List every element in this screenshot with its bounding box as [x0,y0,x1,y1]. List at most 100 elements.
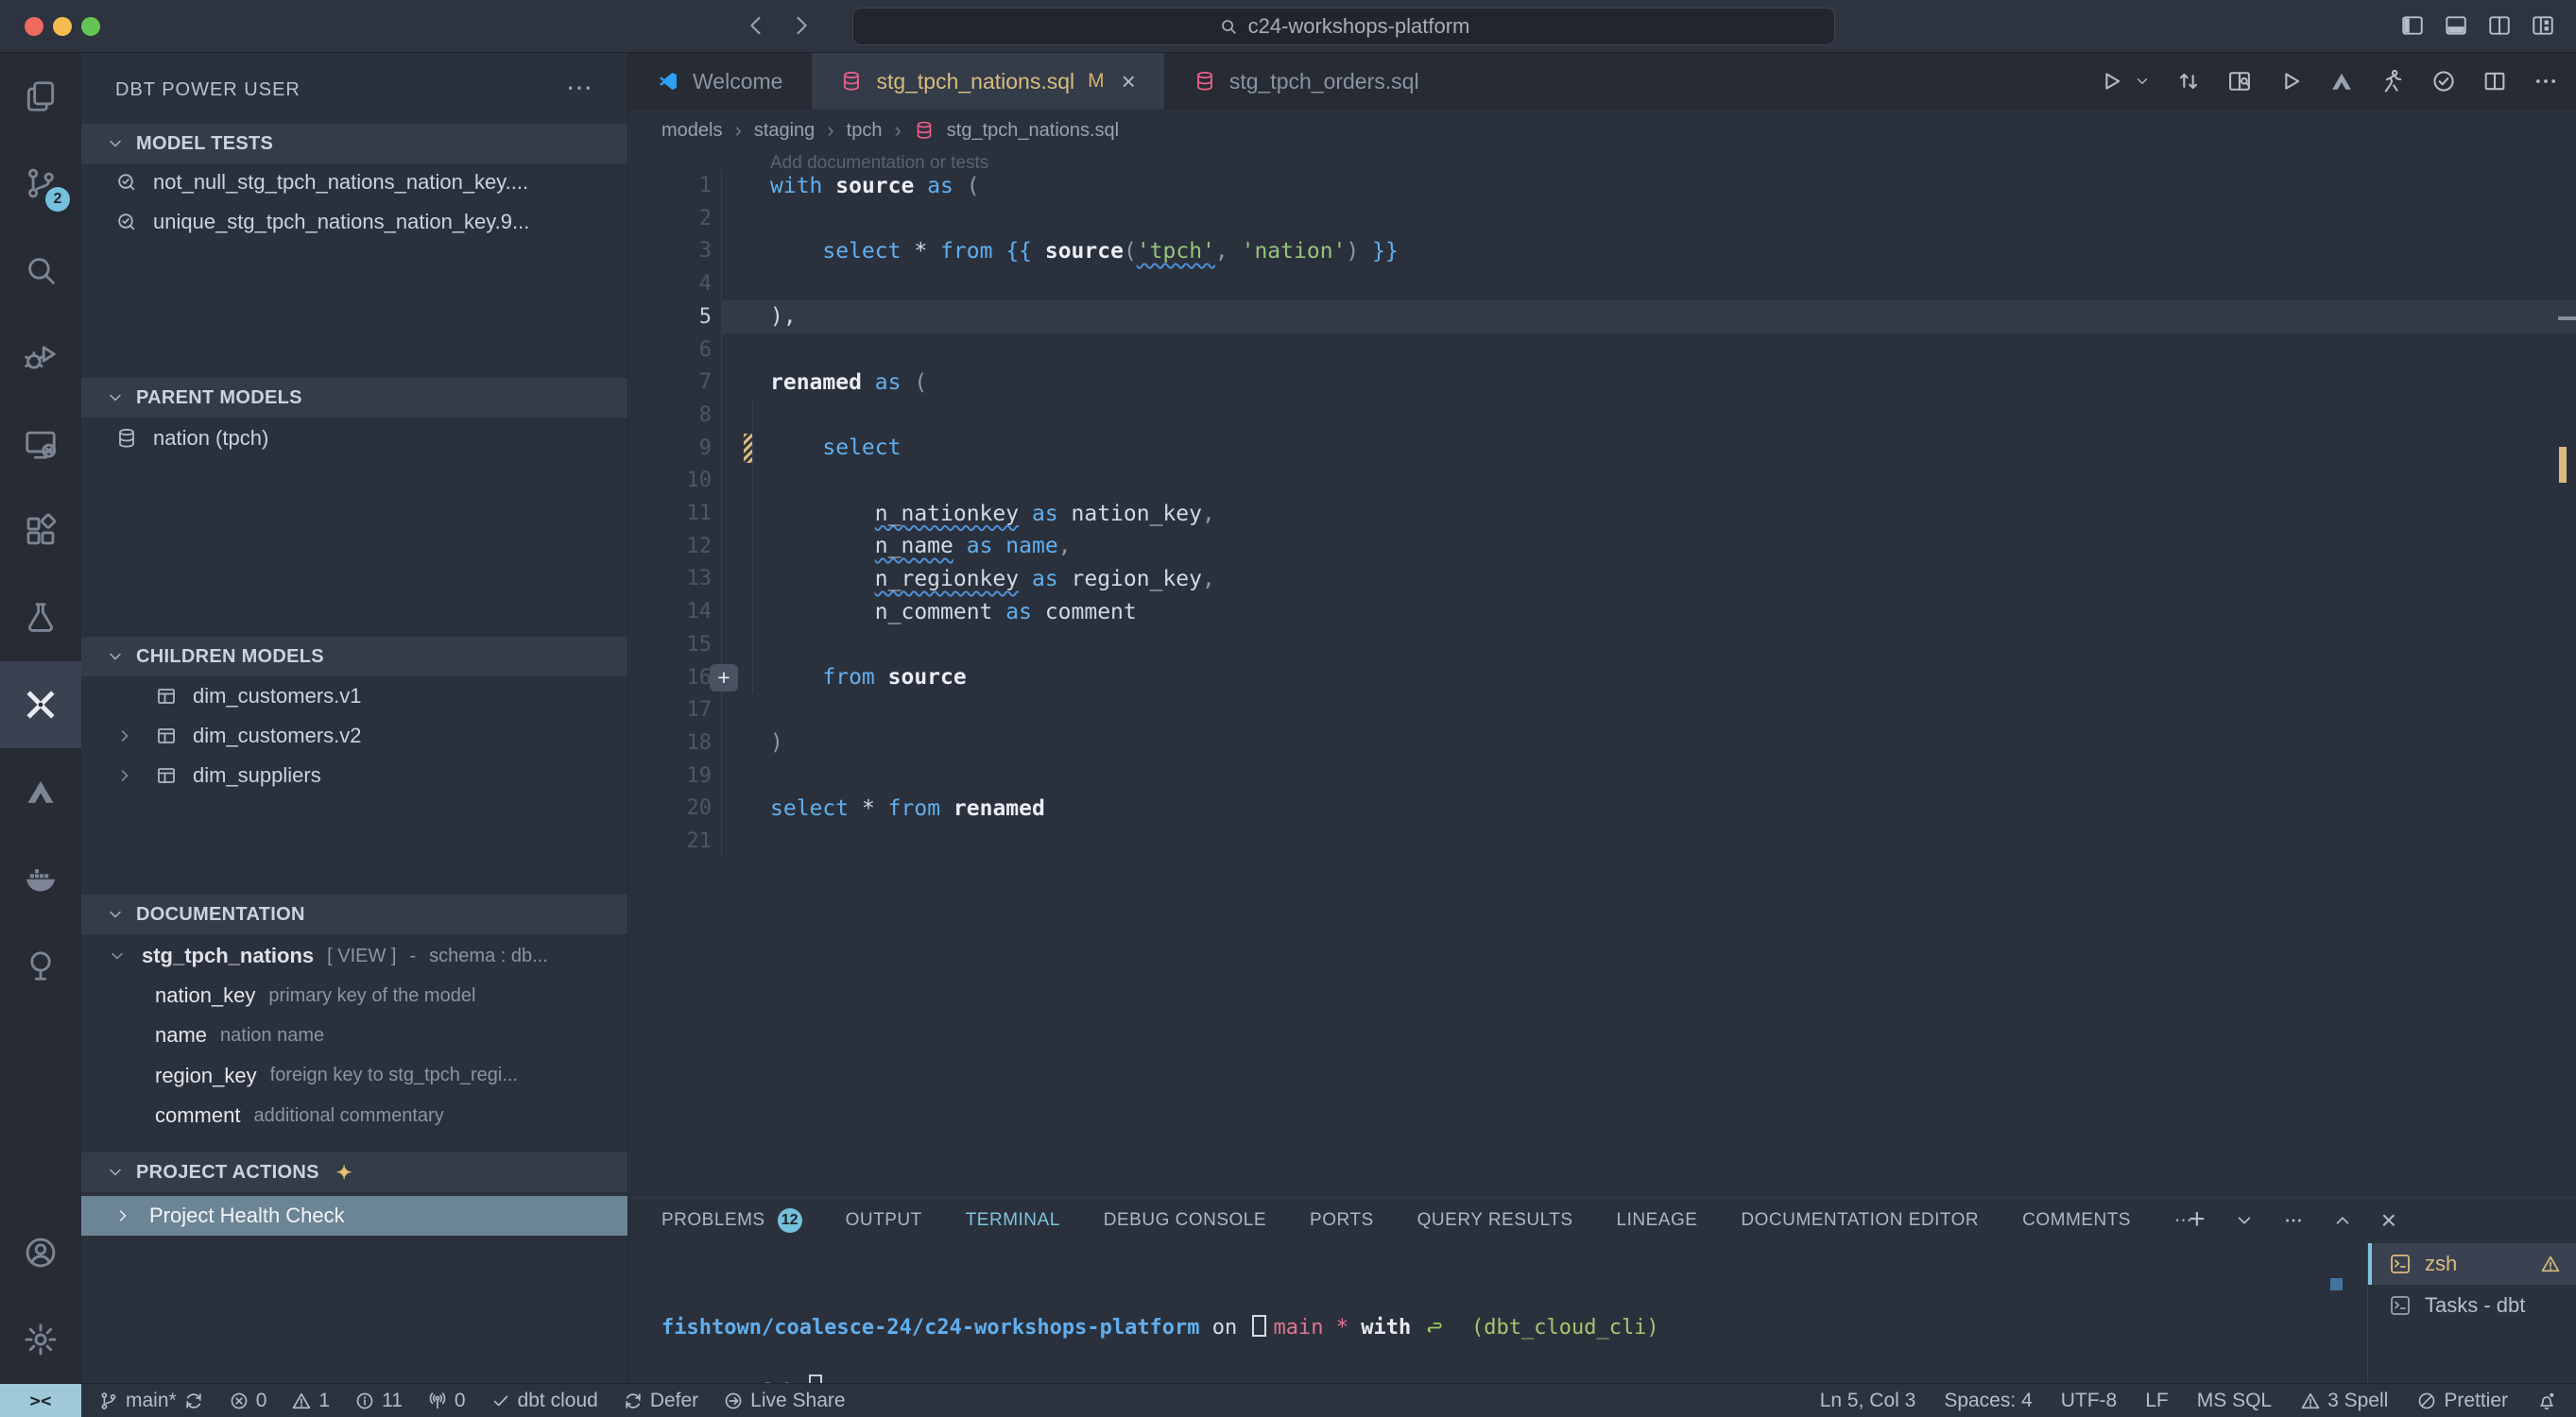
panel-tab-comments[interactable]: COMMENTS [2022,1210,2131,1231]
tab-stg-tpch-nations[interactable]: stg_tpch_nations.sql M × [812,53,1164,110]
status-item-warnings[interactable]: 1 [291,1390,330,1412]
preview-icon[interactable] [2226,68,2253,94]
list-item[interactable]: unique_stg_tpch_nations_nation_key.9... [81,202,628,242]
close-window-button[interactable] [25,17,43,36]
breadcrumb-item[interactable]: models [661,120,722,142]
chevron-down-icon[interactable] [2134,73,2151,90]
activity-item-remote-explorer[interactable] [0,401,81,487]
code-line[interactable]: 8 [628,399,2576,432]
code-line[interactable]: 11 n_nationkey as nation_key, [628,497,2576,530]
toggle-secondary-sidebar-icon[interactable] [2487,13,2512,38]
section-header-children-models[interactable]: CHILDREN MODELS [81,637,628,676]
status-item-eol[interactable]: LF [2145,1390,2169,1412]
doc-model-row[interactable]: stg_tpch_nations[ VIEW ]-schema : db... [81,936,628,976]
activity-item-source-control[interactable]: 2 [0,140,81,227]
toggle-panel-icon[interactable] [2444,13,2468,38]
activity-item-extensions[interactable] [0,487,81,574]
add-block-button[interactable]: + [710,664,738,691]
navigate-forward-icon[interactable] [788,12,815,39]
activity-item-search[interactable] [0,227,81,314]
execute-icon[interactable] [2277,68,2304,94]
compare-icon[interactable] [2175,68,2202,94]
status-item-dbt-cloud[interactable]: dbt cloud [490,1390,598,1412]
section-header-parent-models[interactable]: PARENT MODELS [81,378,628,418]
validate-icon[interactable] [2430,68,2457,94]
split-editor-icon[interactable] [2482,68,2508,94]
activity-item-explorer[interactable] [0,53,81,140]
more-actions-icon[interactable] [2283,1210,2304,1231]
panel-tab-ports[interactable]: PORTS [1310,1210,1374,1231]
section-header-project-actions[interactable]: PROJECT ACTIONS✦ [81,1152,628,1192]
close-panel-icon[interactable]: × [2381,1205,2396,1236]
remote-indicator[interactable]: >< [0,1384,81,1417]
code-line[interactable]: 16+ from source [628,661,2576,694]
chevron-right-icon[interactable] [115,687,134,706]
status-item-encoding[interactable]: UTF-8 [2061,1390,2118,1412]
doc-column-row[interactable]: region_keyforeign key to stg_tpch_regi..… [81,1056,628,1096]
activity-item-run-and-debug[interactable] [0,314,81,401]
status-item-git-branch[interactable]: main* [98,1390,204,1412]
panel-tab-problems[interactable]: PROBLEMS12 [661,1208,802,1233]
status-item-errors[interactable]: 0 [229,1390,267,1412]
code-line[interactable]: 4 [628,267,2576,300]
customize-layout-icon[interactable] [2531,13,2555,38]
activity-item-manage[interactable] [0,1296,81,1383]
list-item[interactable]: dim_suppliers [81,756,628,795]
breadcrumb-file[interactable]: stg_tpch_nations.sql [947,120,1119,142]
command-center-search[interactable]: c24-workshops-platform [852,8,1835,45]
terminal-picker-icon[interactable] [2234,1210,2255,1231]
tab-stg-tpch-orders[interactable]: stg_tpch_orders.sql [1165,53,1449,110]
dbt-icon[interactable] [2328,68,2355,94]
chevron-right-icon[interactable] [115,726,134,745]
code-line[interactable]: 10 [628,464,2576,497]
activity-item-dbt[interactable] [0,748,81,835]
minimize-window-button[interactable] [53,17,72,36]
doc-column-row[interactable]: nation_keyprimary key of the model [81,976,628,1016]
status-item-ports[interactable]: 0 [427,1390,466,1412]
panel-tab-debug-console[interactable]: DEBUG CONSOLE [1104,1210,1266,1231]
chevron-right-icon[interactable] [115,766,134,785]
code-line[interactable]: 20select * from renamed [628,792,2576,825]
code-line[interactable]: 17 [628,693,2576,726]
activity-item-dbt-power-user[interactable] [0,661,81,748]
status-item-notifications[interactable] [2536,1391,2557,1411]
code-line[interactable]: 14 n_comment as comment [628,595,2576,628]
activity-item-testing[interactable] [0,574,81,661]
breadcrumb-item[interactable]: tpch [847,120,883,142]
doc-column-row[interactable]: namenation name [81,1016,628,1055]
activity-item-project-explorer[interactable] [0,922,81,1009]
code-line[interactable]: 7renamed as ( [628,366,2576,399]
list-item[interactable]: not_null_stg_tpch_nations_nation_key.... [81,162,628,202]
status-item-infos[interactable]: 11 [354,1390,403,1412]
terminal-instance-tasks---dbt[interactable]: Tasks - dbt [2368,1285,2576,1326]
terminal-instance-zsh[interactable]: zsh [2368,1243,2576,1285]
panel-tab-lineage[interactable]: LINEAGE [1617,1210,1698,1231]
code-line[interactable]: 5), [628,300,2576,333]
panel-tab-output[interactable]: OUTPUT [846,1210,922,1231]
activity-item-docker[interactable] [0,835,81,922]
code-line[interactable]: 19 [628,760,2576,793]
tab-welcome[interactable]: Welcome [628,53,812,110]
status-item-cursor-position[interactable]: Ln 5, Col 3 [1820,1390,1916,1412]
project-action-project-health-check[interactable]: Project Health Check [81,1196,628,1236]
status-item-live-share[interactable]: Live Share [723,1390,845,1412]
code-line[interactable]: 6 [628,333,2576,367]
toggle-primary-sidebar-icon[interactable] [2400,13,2425,38]
code-line[interactable]: 9 select [628,432,2576,465]
status-item-prettier[interactable]: Prettier [2416,1390,2508,1412]
status-item-defer[interactable]: Defer [623,1390,698,1412]
close-tab-icon[interactable]: × [1122,67,1136,96]
code-editor[interactable]: Add documentation or tests 1with source … [628,151,2576,1197]
doc-column-row[interactable]: commentadditional commentary [81,1096,628,1135]
list-item[interactable]: dim_customers.v1 [81,676,628,716]
list-item[interactable]: dim_customers.v2 [81,716,628,756]
panel-tab-terminal[interactable]: TERMINAL [966,1210,1060,1231]
code-line[interactable]: 21 [628,825,2576,858]
code-line[interactable]: 18) [628,726,2576,760]
code-line[interactable]: 13 n_regionkey as region_key, [628,562,2576,595]
panel-scroll-handle[interactable] [2330,1278,2343,1290]
status-item-indentation[interactable]: Spaces: 4 [1944,1390,2032,1412]
code-line[interactable]: 12 n_name as name, [628,530,2576,563]
more-actions-icon[interactable] [2533,68,2559,94]
run-tests-icon[interactable] [2379,68,2406,94]
